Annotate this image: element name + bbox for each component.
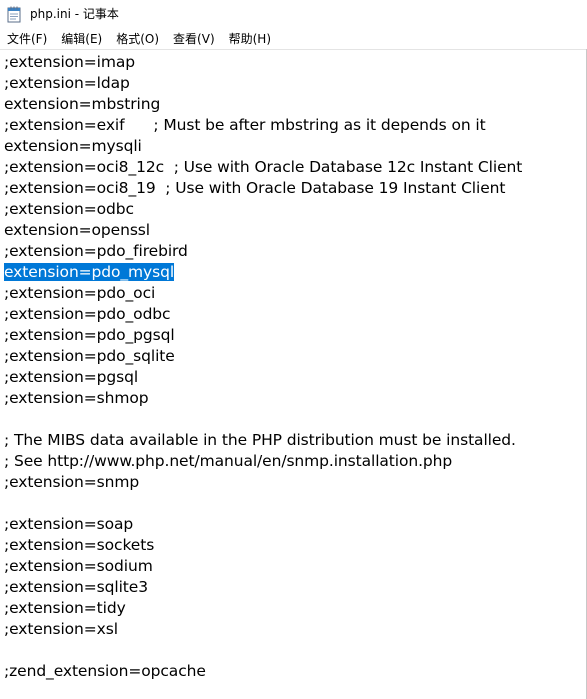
text-line[interactable]: ;extension=exif ; Must be after mbstring… — [4, 115, 522, 136]
menu-help[interactable]: 帮助(H) — [223, 29, 277, 49]
text-line[interactable]: extension=mysqli — [4, 136, 522, 157]
menu-bar: 文件(F) 编辑(E) 格式(O) 查看(V) 帮助(H) — [0, 29, 587, 49]
menu-edit[interactable]: 编辑(E) — [55, 29, 108, 49]
selected-text-line[interactable]: extension=pdo_mysql — [4, 262, 522, 283]
menu-format[interactable]: 格式(O) — [110, 29, 165, 49]
notepad-icon — [7, 6, 21, 23]
text-line[interactable]: ;extension=pgsql — [4, 367, 522, 388]
text-line[interactable]: ;extension=pdo_pgsql — [4, 325, 522, 346]
text-line[interactable]: ;extension=oci8_12c ; Use with Oracle Da… — [4, 157, 522, 178]
menu-view[interactable]: 查看(V) — [167, 29, 221, 49]
text-line[interactable]: ;extension=soap — [4, 514, 522, 535]
text-line[interactable]: ;extension=shmop — [4, 388, 522, 409]
text-line[interactable]: ; See http://www.php.net/manual/en/snmp.… — [4, 451, 522, 472]
text-line-empty[interactable] — [4, 493, 522, 514]
text-editor-area[interactable]: ;extension=imap ;extension=ldap extensio… — [0, 49, 586, 699]
menu-file[interactable]: 文件(F) — [0, 29, 53, 49]
text-line[interactable]: extension=openssl — [4, 220, 522, 241]
text-line-empty[interactable] — [4, 640, 522, 661]
text-line[interactable]: ;extension=imap — [4, 52, 522, 73]
window-title: php.ini - 记事本 — [30, 7, 119, 21]
text-line[interactable]: ;extension=snmp — [4, 472, 522, 493]
text-line[interactable]: ;extension=ldap — [4, 73, 522, 94]
text-line[interactable]: ;extension=sockets — [4, 535, 522, 556]
text-line[interactable]: ;extension=sqlite3 — [4, 577, 522, 598]
text-line[interactable]: ;extension=pdo_odbc — [4, 304, 522, 325]
title-bar[interactable]: php.ini - 记事本 — [0, 0, 587, 29]
text-line[interactable]: ;extension=pdo_oci — [4, 283, 522, 304]
text-line[interactable]: ;extension=oci8_19 ; Use with Oracle Dat… — [4, 178, 522, 199]
text-line[interactable]: ;extension=odbc — [4, 199, 522, 220]
text-line[interactable]: ;extension=pdo_firebird — [4, 241, 522, 262]
notepad-window: php.ini - 记事本 文件(F) 编辑(E) 格式(O) 查看(V) 帮助… — [0, 0, 587, 699]
text-line[interactable]: ;extension=pdo_sqlite — [4, 346, 522, 367]
text-selection[interactable]: extension=pdo_mysql — [4, 263, 174, 281]
text-lines: ;extension=imap ;extension=ldap extensio… — [4, 52, 522, 682]
text-line[interactable]: ;extension=tidy — [4, 598, 522, 619]
text-line-empty[interactable] — [4, 409, 522, 430]
text-line[interactable]: ;extension=xsl — [4, 619, 522, 640]
text-line[interactable]: extension=mbstring — [4, 94, 522, 115]
text-line[interactable]: ;zend_extension=opcache — [4, 661, 522, 682]
text-line[interactable]: ;extension=sodium — [4, 556, 522, 577]
text-line[interactable]: ; The MIBS data available in the PHP dis… — [4, 430, 522, 451]
